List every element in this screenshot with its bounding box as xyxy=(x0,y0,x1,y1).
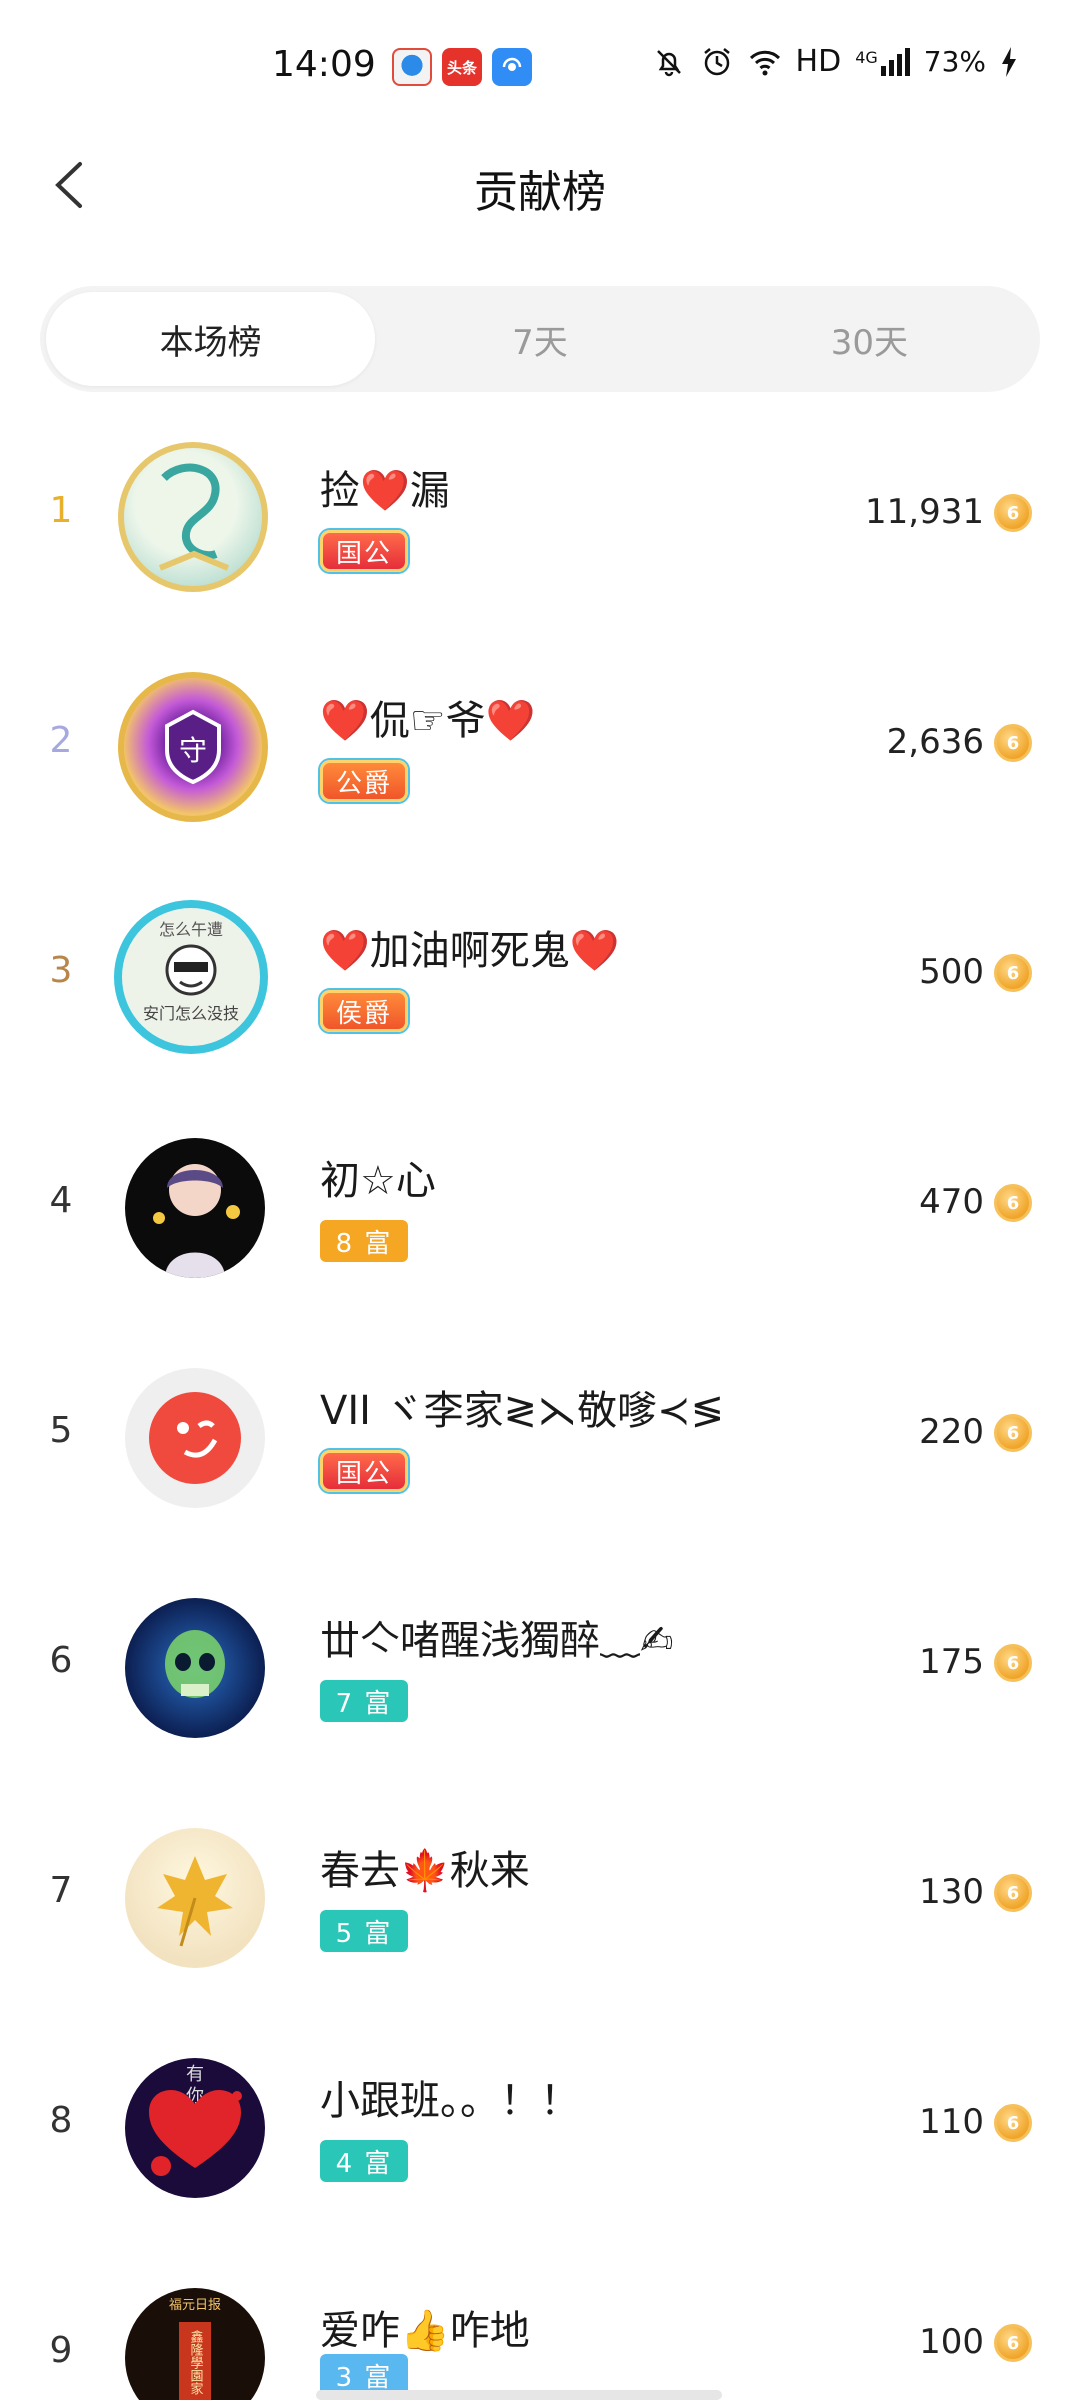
coin-icon: 6 xyxy=(994,2324,1032,2362)
rank-number: 7 xyxy=(49,1870,73,1911)
rank-number: 3 xyxy=(49,950,73,991)
coin-icon: 6 xyxy=(994,724,1032,762)
charging-icon xyxy=(1002,46,1016,77)
wealth-level-badge: 8 富 xyxy=(320,1220,408,1262)
default-face-icon xyxy=(149,1392,241,1484)
list-item[interactable]: 6 丗亽啫醒浅獨醉﹏✍ 7 富 175 6 xyxy=(0,1550,1080,1780)
contribution-score: 2,636 xyxy=(886,722,984,762)
contribution-score: 175 xyxy=(919,1642,984,1682)
user-name: 捡❤️漏 xyxy=(320,468,450,514)
list-item[interactable]: 2 守 ❤️侃☞爷❤️ 公爵 2,636 6 xyxy=(0,630,1080,860)
list-item[interactable]: 7 春去🍁秋来 5 富 130 6 xyxy=(0,1780,1080,2010)
list-item[interactable]: 8 有 你 小跟班。。！！ 4 富 110 6 xyxy=(0,2010,1080,2240)
noble-badge: 侯爵 xyxy=(320,990,408,1032)
noble-badge: 国公 xyxy=(320,1450,408,1492)
rank-number: 4 xyxy=(49,1180,73,1221)
mute-bell-icon xyxy=(656,49,681,76)
contribution-score: 100 xyxy=(919,2322,984,2362)
contribution-score: 130 xyxy=(919,1872,984,1912)
avatar[interactable] xyxy=(125,1598,265,1738)
avatar-caption-side: 鑫隆學園家 xyxy=(179,2322,211,2400)
wealth-level-badge: 4 富 xyxy=(320,2140,408,2182)
meme-face-icon xyxy=(165,944,217,996)
svg-text:守: 守 xyxy=(179,734,207,767)
coin-icon: 6 xyxy=(994,1414,1032,1452)
user-name: 初☆心 xyxy=(320,1158,436,1204)
coin-icon: 6 xyxy=(994,954,1032,992)
skull-icon xyxy=(165,1630,225,1698)
guard-shield-icon: 守 xyxy=(165,709,221,785)
contribution-score: 500 xyxy=(919,952,984,992)
anime-boy-icon xyxy=(153,1164,240,1278)
tab-this-session[interactable]: 本场榜 xyxy=(46,292,376,386)
rank-number: 8 xyxy=(49,2100,73,2141)
avatar-caption-top: 福元日报 xyxy=(168,2298,221,2313)
avatar[interactable] xyxy=(125,1138,265,1278)
rank-number: 2 xyxy=(49,720,73,761)
contribution-score: 470 xyxy=(919,1182,984,1222)
signal-icon: 4G xyxy=(855,47,910,76)
service-app-icon xyxy=(492,48,532,86)
avatar[interactable]: 守 xyxy=(118,672,268,822)
noble-badge: 公爵 xyxy=(320,760,408,802)
coin-icon: 6 xyxy=(994,494,1032,532)
rank-number: 6 xyxy=(49,1640,73,1681)
wealth-level-badge: 7 富 xyxy=(320,1680,408,1722)
status-app-icons: 头条 xyxy=(392,48,532,86)
list-item[interactable]: 5 VII ヾ李家≷⋋敬嗲≺≶ 国公 220 6 xyxy=(0,1320,1080,1550)
scroll-indicator[interactable] xyxy=(316,2390,722,2400)
contribution-list: 1 捡❤️漏 国公 11,931 6 2 守 ❤️侃☞爷❤️ 公爵 2,636 … xyxy=(0,400,1080,2400)
user-name: 小跟班。。！！ xyxy=(320,2078,580,2124)
period-tabs: 本场榜 7天 30天 xyxy=(40,286,1040,392)
header: 贡献榜 xyxy=(0,130,1080,240)
user-name: ❤️侃☞爷❤️ xyxy=(320,698,536,744)
contribution-score: 110 xyxy=(919,2102,984,2142)
user-name: VII ヾ李家≷⋋敬嗲≺≶ xyxy=(320,1388,725,1434)
list-item[interactable]: 9 福元日报 鑫隆學園家 爱咋👍咋地 3 富 100 6 xyxy=(0,2240,1080,2400)
network-label: HD xyxy=(795,44,842,79)
avatar-caption-bottom: 安门怎么没技 xyxy=(142,1004,239,1023)
list-item[interactable]: 1 捡❤️漏 国公 11,931 6 xyxy=(0,400,1080,630)
rank-number: 9 xyxy=(49,2330,73,2371)
wealth-level-badge: 5 富 xyxy=(320,1910,408,1952)
tab-30-days[interactable]: 30天 xyxy=(705,292,1034,386)
wifi-icon xyxy=(749,50,780,75)
user-name: 丗亽啫醒浅獨醉﹏✍ xyxy=(320,1618,674,1664)
coin-icon: 6 xyxy=(994,2104,1032,2142)
coin-icon: 6 xyxy=(994,1644,1032,1682)
rank-number: 5 xyxy=(49,1410,73,1451)
maple-leaf-icon xyxy=(157,1856,233,1947)
avatar[interactable] xyxy=(125,1828,265,1968)
battery-label: 73% xyxy=(923,45,986,78)
avatar[interactable]: 怎么午遭 安门怎么没技 xyxy=(114,900,268,1054)
page-title: 贡献榜 xyxy=(474,167,606,218)
list-item[interactable]: 3 怎么午遭 安门怎么没技 ❤️加油啊死鬼❤️ 侯爵 500 6 xyxy=(0,860,1080,1090)
status-bar: 14:09 头条 HD 4G 73% xyxy=(0,0,1080,130)
signal-label: 4G xyxy=(855,47,878,67)
status-indicators: HD 4G 73% xyxy=(652,44,1018,79)
status-time: 14:09 xyxy=(272,44,376,85)
user-name: ❤️加油啊死鬼❤️ xyxy=(320,928,620,974)
list-item[interactable]: 4 初☆心 8 富 470 6 xyxy=(0,1090,1080,1320)
avatar[interactable] xyxy=(125,1368,265,1508)
avatar[interactable]: 有 你 xyxy=(125,2058,265,2198)
avatar[interactable]: 福元日报 鑫隆學園家 xyxy=(125,2288,265,2400)
heart-icon xyxy=(149,2090,242,2176)
contribution-score: 11,931 xyxy=(865,492,984,532)
dragon-avatar-icon xyxy=(158,463,230,571)
alarm-icon xyxy=(703,47,730,75)
coin-icon: 6 xyxy=(994,1874,1032,1912)
coin-icon: 6 xyxy=(994,1184,1032,1222)
news-app-icon xyxy=(392,48,432,86)
rank-number: 1 xyxy=(49,490,73,531)
contribution-score: 220 xyxy=(919,1412,984,1452)
noble-badge: 国公 xyxy=(320,530,408,572)
user-name: 春去🍁秋来 xyxy=(320,1848,530,1894)
avatar[interactable] xyxy=(118,442,268,592)
toutiao-app-icon: 头条 xyxy=(442,48,482,86)
tab-7-days[interactable]: 7天 xyxy=(375,292,704,386)
user-name: 爱咋👍咋地 xyxy=(320,2308,530,2354)
